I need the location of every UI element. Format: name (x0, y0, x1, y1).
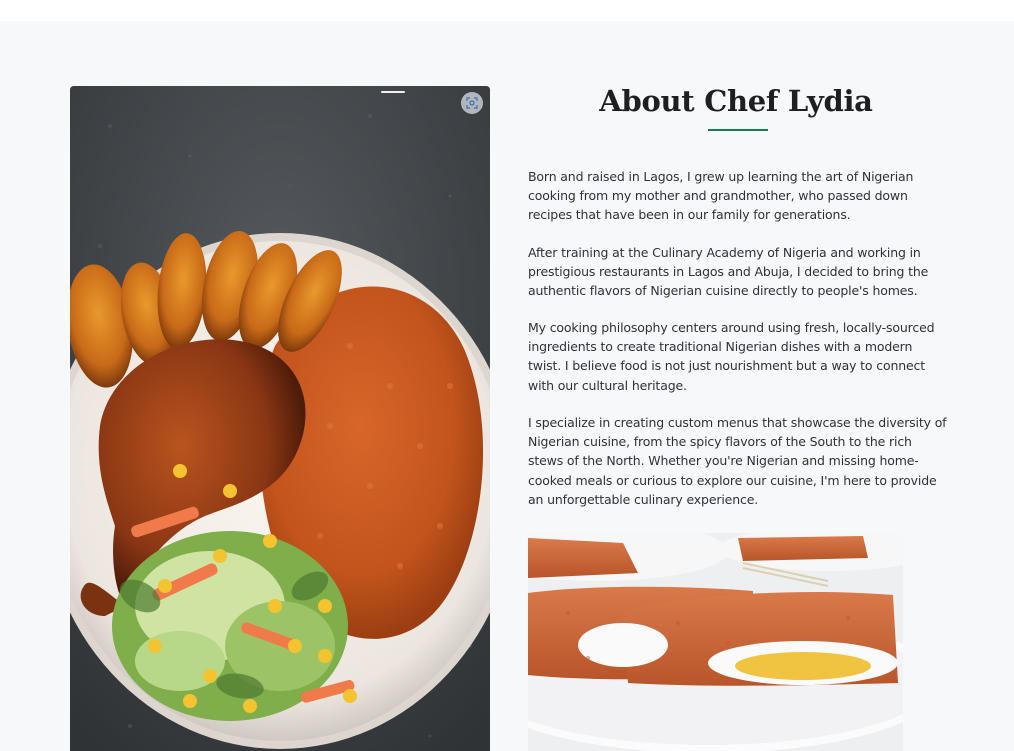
photo-drag-handle (381, 91, 405, 93)
top-bar (0, 0, 1014, 21)
bio-paragraph: Born and raised in Lagos, I grew up lear… (528, 169, 914, 223)
lens-glyph (466, 97, 478, 109)
bio-paragraph: My cooking philosophy centers around usi… (528, 320, 935, 393)
about-section: About Chef Lydia Born and raised in Lago… (0, 21, 1014, 751)
bio-paragraph: After training at the Culinary Academy o… (528, 245, 929, 299)
jollof-plate-illustration (70, 86, 490, 751)
bio-paragraph: I specialize in creating custom menus th… (528, 415, 947, 507)
image-search-lens-icon[interactable] (461, 92, 483, 114)
page-title: About Chef Lydia (599, 84, 873, 118)
moi-moi-illustration (528, 533, 903, 751)
title-underline (708, 129, 768, 131)
chef-dish-photo (70, 86, 490, 751)
moi-moi-photo (528, 533, 903, 751)
